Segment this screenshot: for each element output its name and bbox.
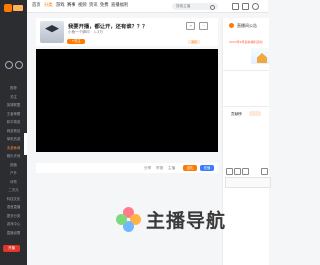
gift-button[interactable]: 送礼 <box>183 165 197 171</box>
sidebar-item[interactable]: 颜值 <box>2 163 25 168</box>
panel-title: 直播间公告 <box>237 23 257 28</box>
download-icon[interactable] <box>242 3 249 10</box>
sidebar-item[interactable]: 更多分类 <box>2 214 25 219</box>
start-live-button[interactable]: 开播 <box>3 245 20 252</box>
streamer-line: 小鱼一个脚印 1.3万 <box>68 30 103 35</box>
search-placeholder: 搜索主播 <box>176 4 191 8</box>
sidebar-item[interactable]: 娱乐天地 <box>2 154 25 159</box>
room-info-card: 我要开播，都让开，还有谁？？？ 小鱼一个脚印 1.3万 +关注 ↗ ⋯ 游戏 <box>36 18 218 46</box>
sidebar-item[interactable]: 单机热游 <box>2 137 25 142</box>
sidebar-active-indicator <box>24 133 27 155</box>
graduation-cap-icon <box>45 25 59 33</box>
share-link[interactable]: 分享 <box>144 165 151 171</box>
search-icon[interactable] <box>210 4 215 10</box>
sidebar-item[interactable]: 户外 <box>2 171 25 176</box>
history-icon[interactable] <box>232 3 239 10</box>
image-icon[interactable] <box>234 168 241 175</box>
sidebar-item[interactable]: 英雄联盟 <box>2 103 25 108</box>
sidebar-item[interactable]: 关注 <box>2 95 25 100</box>
user-icon[interactable] <box>5 61 13 69</box>
left-sidebar: 推荐关注英雄联盟王者荣耀和平精英网游竞技单机热游手游休闲娱乐天地颜值户外体育二次… <box>0 0 27 265</box>
sidebar-item[interactable]: 和平精英 <box>2 120 25 125</box>
nav-item[interactable]: 分类 <box>44 3 53 9</box>
rank-chip[interactable] <box>249 111 261 116</box>
sidebar-item[interactable]: 推荐 <box>2 86 25 91</box>
divider <box>223 106 269 107</box>
emoji-icon[interactable] <box>226 168 233 175</box>
share-icon[interactable]: ↗ <box>186 22 195 30</box>
category-tag[interactable]: 游戏 <box>188 40 200 44</box>
sidebar-item[interactable]: 二次元 <box>2 188 25 193</box>
promo-banner[interactable] <box>251 48 269 64</box>
sidebar-item[interactable]: 直播设置 <box>2 231 25 236</box>
streamer-name[interactable]: 小鱼一个脚印 <box>68 30 90 34</box>
watermark-text: 主播导航 <box>146 210 227 232</box>
streamer-avatar[interactable] <box>40 21 64 43</box>
nav-item[interactable]: 免费 <box>100 3 109 9</box>
settings-icon[interactable] <box>15 61 23 69</box>
fans-count: 1.3万 <box>93 30 104 34</box>
sidebar-item[interactable]: 王者荣耀 <box>2 112 25 117</box>
anchor-link[interactable]: 主播 <box>168 165 175 171</box>
divider <box>223 70 269 71</box>
stream-title: 我要开播，都让开，还有谁？？？ <box>68 24 148 30</box>
settings-icon[interactable] <box>261 168 268 175</box>
gift-icon[interactable] <box>242 168 249 175</box>
player-control-bar: 分享 举报 主播 送礼 充值 <box>36 163 218 173</box>
avatar[interactable] <box>252 3 259 10</box>
nav-item[interactable]: 游戏 <box>56 3 65 9</box>
nav-item[interactable]: 赛事 <box>67 3 76 9</box>
tab-contribution[interactable]: 贡献榜 <box>231 112 242 117</box>
more-icon[interactable]: ⋯ <box>199 22 208 30</box>
notice-link[interactable]: 2023年6月最新福利活动 <box>229 40 263 44</box>
house-icon <box>257 53 267 63</box>
watermark-logo <box>116 207 142 233</box>
nav-item[interactable]: 资讯 <box>89 3 98 9</box>
announcement-icon <box>229 23 234 28</box>
top-navigation-bar: 首页 分类 游戏 赛事 视频 资讯 免费 直播福利 搜索主播 <box>27 0 268 13</box>
sidebar-item[interactable]: 游戏中心 <box>2 222 25 227</box>
search-input[interactable]: 搜索主播 <box>172 3 218 10</box>
recharge-button[interactable]: 充值 <box>200 165 214 171</box>
sidebar-item[interactable]: 手游休闲 <box>2 146 25 151</box>
site-logo[interactable] <box>4 4 23 14</box>
nav-item[interactable]: 首页 <box>32 3 41 9</box>
sidebar-item[interactable]: 语音直播 <box>2 205 25 210</box>
sidebar-item[interactable]: 科技文化 <box>2 197 25 202</box>
chat-input[interactable] <box>225 177 271 188</box>
follow-button[interactable]: +关注 <box>67 39 85 44</box>
nav-item[interactable]: 直播福利 <box>111 3 128 9</box>
sidebar-item[interactable]: 网游竞技 <box>2 129 25 134</box>
nav-item[interactable]: 视频 <box>78 3 87 9</box>
video-player[interactable] <box>36 49 218 152</box>
sidebar-item[interactable]: 体育 <box>2 180 25 185</box>
report-link[interactable]: 举报 <box>156 165 163 171</box>
watermark: 主播导航 <box>112 203 232 243</box>
